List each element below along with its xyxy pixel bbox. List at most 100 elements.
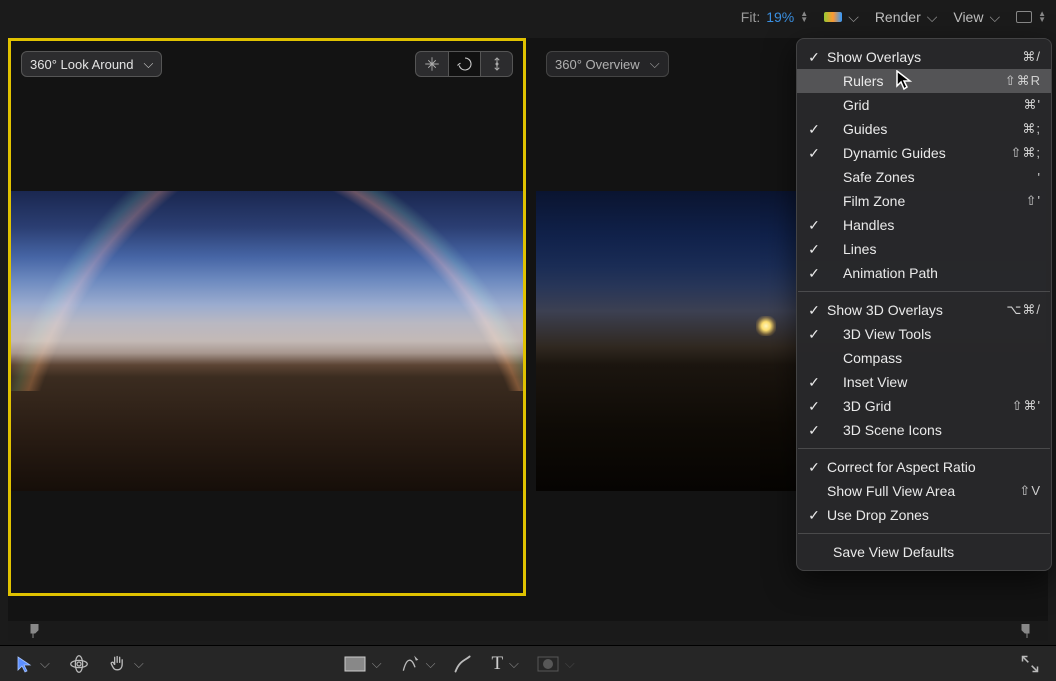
chevron-down-icon: ⌵ [650,56,660,72]
checkmark-icon: ✓ [805,49,823,66]
3d-transform-tool[interactable] [68,653,90,675]
orbit-tool[interactable] [448,52,480,76]
paint-stroke-tool[interactable] [453,654,473,674]
menu-item-label: Dynamic Guides [823,145,1010,161]
menu-item-handles[interactable]: ✓Handles [797,213,1051,237]
menu-item-label: Handles [823,217,1041,233]
checkmark-icon: ✓ [805,459,823,476]
menu-item-label: 3D Grid [823,398,1012,414]
menu-item-label: 3D Scene Icons [823,422,1041,438]
menu-item-shortcut: ⇧V [1019,483,1041,499]
left-viewer-mode-dropdown[interactable]: 360° Look Around ⌵ [21,51,162,77]
menu-item-3d-grid[interactable]: ✓3D Grid⇧⌘' [797,394,1051,418]
chevron-down-icon: ⌵ [426,656,436,672]
menu-item-shortcut: ⇧⌘' [1012,398,1041,414]
pan-tool[interactable]: ⌵ [108,654,144,674]
menu-item-label: Show Full View Area [823,483,1019,499]
fit-label: Fit: [741,9,760,25]
checkmark-icon: ✓ [805,326,823,343]
fit-dropdown[interactable]: Fit: 19% ▲▼ [741,9,808,25]
menu-item-label: Animation Path [823,265,1041,281]
checkmark-icon: ✓ [805,507,823,524]
chevron-down-icon: ⌵ [989,9,1000,26]
bottom-toolbar: ⌵ ⌵ ⌵ ⌵ T ⌵ ⌵ [0,645,1056,681]
checkmark-icon: ✓ [805,145,823,162]
view-dropdown[interactable]: View ⌵ [953,8,1000,25]
menu-item-correct-for-aspect-ratio[interactable]: ✓Correct for Aspect Ratio [797,455,1051,479]
chevron-down-icon: ⌵ [144,56,154,72]
menu-item-label: Film Zone [823,193,1026,209]
play-range-end-icon[interactable] [1020,624,1030,638]
menu-item-dynamic-guides[interactable]: ✓Dynamic Guides⇧⌘; [797,141,1051,165]
menu-item-safe-zones[interactable]: Safe Zones' [797,165,1051,189]
checkmark-icon: ✓ [805,265,823,282]
menu-item-label: Safe Zones [823,169,1038,185]
menu-separator [798,448,1050,449]
text-tool[interactable]: T ⌵ [491,653,518,675]
menu-item-grid[interactable]: Grid⌘' [797,93,1051,117]
color-channels-dropdown[interactable]: ⌵ [824,8,859,25]
menu-item-inset-view[interactable]: ✓Inset View [797,370,1051,394]
menu-item-shortcut: ⌘/ [1022,49,1041,65]
left-viewer[interactable]: 360° Look Around ⌵ [8,38,526,596]
checkmark-icon: ✓ [805,217,823,234]
pan-tool[interactable] [416,52,448,76]
menu-item-animation-path[interactable]: ✓Animation Path [797,261,1051,285]
mask-tool[interactable]: ⌵ [537,656,575,672]
menu-item-shortcut: ⌥⌘/ [1006,302,1041,318]
menu-item-compass[interactable]: Compass [797,346,1051,370]
menu-item-label: Guides [823,121,1022,137]
menu-separator [798,533,1050,534]
menu-item-label: Use Drop Zones [823,507,1041,523]
viewport-layout-dropdown[interactable]: ▲▼ [1016,11,1046,23]
checkmark-icon: ✓ [805,398,823,415]
rectangle-tool[interactable]: ⌵ [344,656,382,672]
checkmark-icon: ✓ [805,121,823,138]
menu-item-guides[interactable]: ✓Guides⌘; [797,117,1051,141]
timeline-ruler[interactable] [8,621,1048,641]
view-label: View [953,9,983,25]
menu-item-show-overlays[interactable]: ✓Show Overlays⌘/ [797,45,1051,69]
menu-item-shortcut: ⌘' [1024,97,1041,113]
menu-item-label: Grid [823,97,1024,113]
menu-item-label: 3D View Tools [823,326,1041,342]
menu-item-shortcut: ⇧' [1026,193,1041,209]
checkmark-icon: ✓ [805,374,823,391]
menu-item-save-view-defaults[interactable]: Save View Defaults [797,540,1051,564]
menu-item-rulers[interactable]: Rulers⇧⌘R [797,69,1051,93]
menu-item-shortcut: ⇧⌘; [1010,145,1041,161]
checkmark-icon: ✓ [805,422,823,439]
select-tool[interactable]: ⌵ [16,655,50,673]
menu-item-label: Save View Defaults [823,544,1041,560]
view-menu[interactable]: ✓Show Overlays⌘/Rulers⇧⌘RGrid⌘'✓Guides⌘;… [796,38,1052,571]
right-viewer-mode-dropdown[interactable]: 360° Overview ⌵ [546,51,669,77]
bezier-tool[interactable]: ⌵ [400,654,436,674]
menu-item-show-3d-overlays[interactable]: ✓Show 3D Overlays⌥⌘/ [797,298,1051,322]
camera-control-segmented[interactable] [415,51,513,77]
menu-item-label: Show 3D Overlays [823,302,1006,318]
fit-value: 19% [766,9,794,25]
menu-item-label: Inset View [823,374,1041,390]
menu-item-lines[interactable]: ✓Lines [797,237,1051,261]
right-viewer-mode-label: 360° Overview [555,57,640,72]
menu-item-label: Compass [823,350,1041,366]
menu-item-3d-view-tools[interactable]: ✓3D View Tools [797,322,1051,346]
menu-item-shortcut: ' [1038,170,1041,185]
chevron-down-icon: ⌵ [134,656,144,672]
menu-item-show-full-view-area[interactable]: Show Full View Area⇧V [797,479,1051,503]
dolly-tool[interactable] [480,52,512,76]
play-range-start-icon[interactable] [30,624,40,638]
chevron-up-down-icon: ▲▼ [800,11,808,23]
menu-separator [798,291,1050,292]
menu-item-use-drop-zones[interactable]: ✓Use Drop Zones [797,503,1051,527]
expand-canvas-button[interactable] [1020,654,1040,674]
menu-item-3d-scene-icons[interactable]: ✓3D Scene Icons [797,418,1051,442]
chevron-down-icon: ⌵ [40,656,50,672]
chevron-down-icon: ⌵ [372,656,382,672]
color-swatch-icon [824,12,842,22]
render-dropdown[interactable]: Render ⌵ [875,8,938,25]
menu-item-label: Rulers [823,73,1005,89]
checkmark-icon: ✓ [805,302,823,319]
checkmark-icon: ✓ [805,241,823,258]
menu-item-film-zone[interactable]: Film Zone⇧' [797,189,1051,213]
